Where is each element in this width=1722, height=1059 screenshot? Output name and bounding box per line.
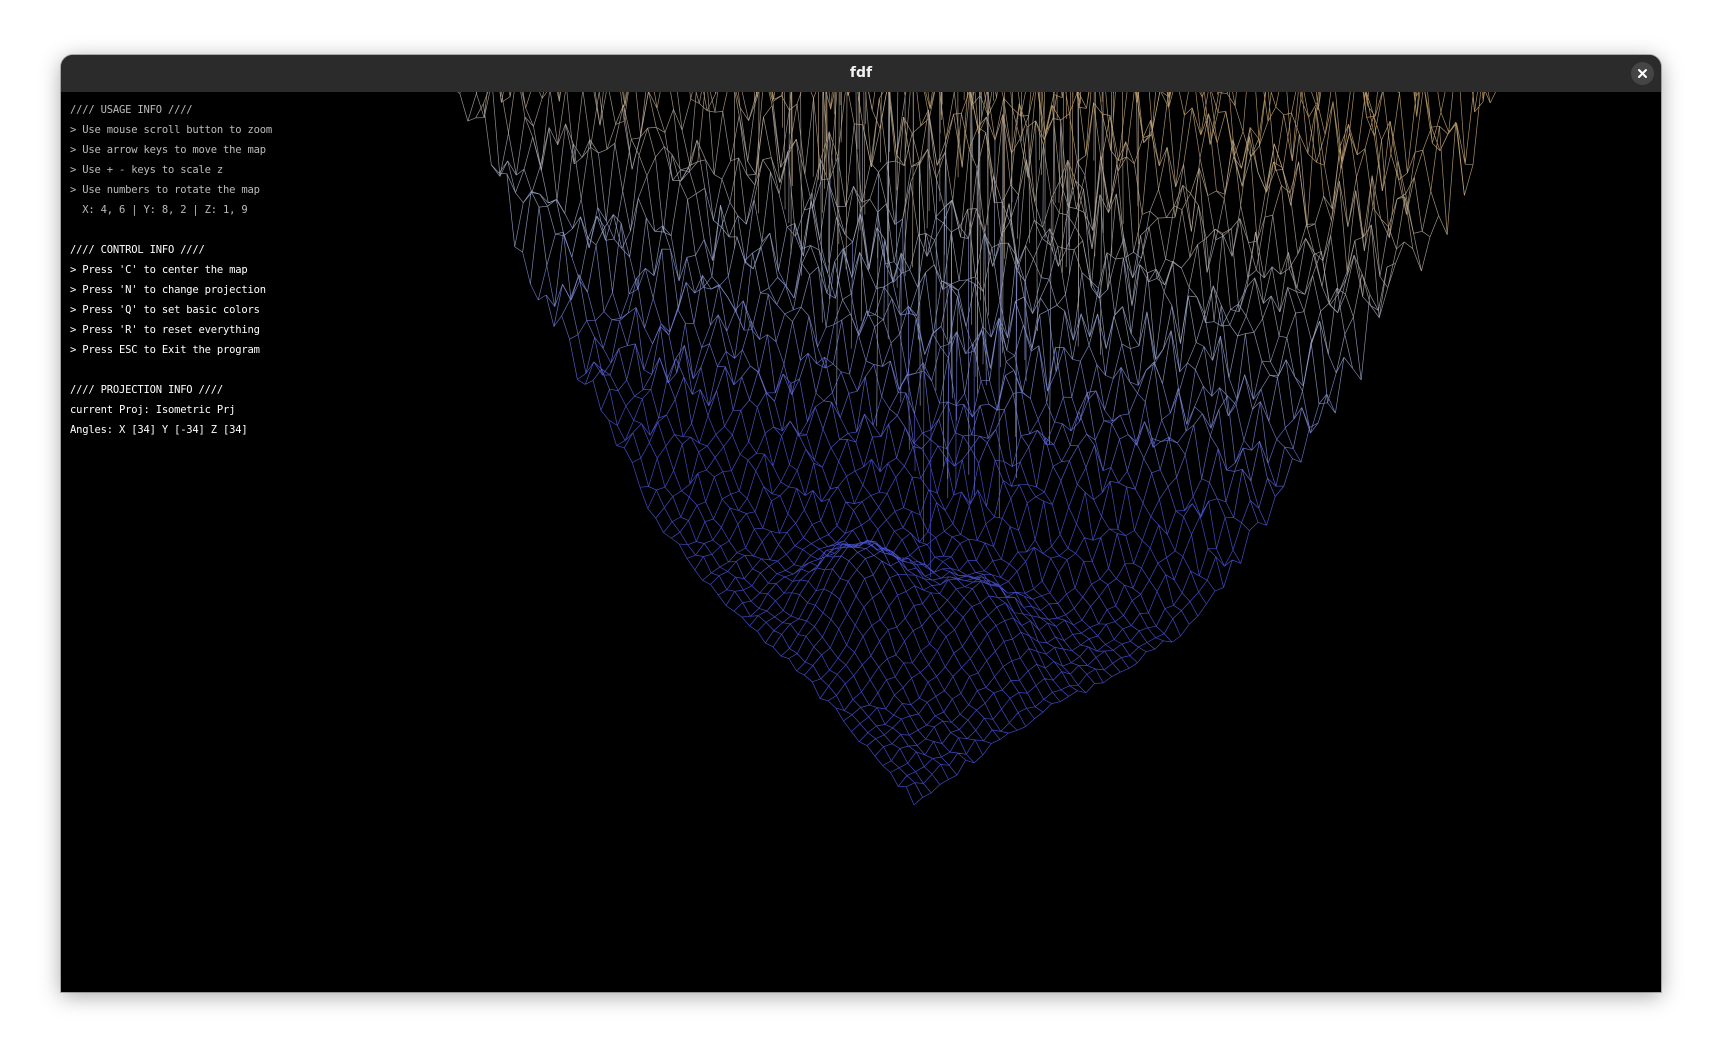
hud-overlay: //// USAGE INFO //// > Use mouse scroll …	[70, 100, 272, 440]
wireframe-segment-group	[888, 393, 973, 425]
wireframe-segment-group	[475, 92, 1407, 218]
wireframe-segment-group	[557, 92, 1396, 268]
control-line-center: > Press 'C' to center the map	[70, 264, 248, 276]
wireframe-segment-group	[585, 380, 1235, 502]
wireframe-segment-group	[978, 442, 1277, 487]
wireframe-segment-group	[814, 428, 824, 461]
wireframe-segment-group	[577, 334, 1104, 471]
wireframe-segment-group	[588, 223, 1345, 403]
wireframe-segment-group	[698, 92, 1423, 232]
wireframe-segment-group	[577, 379, 1251, 549]
wireframe-segment-group	[587, 244, 1008, 338]
wireframe-segment-group	[695, 219, 1229, 416]
wireframe-segment-group	[728, 215, 739, 238]
wireframe-segment-group	[521, 92, 1348, 272]
wireframe-terrain-map	[457, 92, 1496, 806]
wireframe-segment-group	[651, 351, 1252, 497]
fdf-window: fdf //// USAGE INFO //// > Use mouse scr…	[61, 55, 1661, 992]
wireframe-segment-group	[1047, 371, 1057, 392]
wireframe-segment-group	[1047, 347, 1056, 392]
control-line-exit: > Press ESC to Exit the program	[70, 344, 260, 356]
usage-line-zoom: > Use mouse scroll button to zoom	[70, 124, 273, 136]
wireframe-segment-group	[1201, 97, 1211, 145]
wireframe-segment-group	[650, 389, 1276, 575]
window-title: fdf	[849, 65, 873, 81]
wireframe-segment-group	[555, 216, 1205, 347]
projection-angles: Angles: X [34] Y [-34] Z [34]	[70, 424, 248, 436]
wireframe-segment-group	[562, 284, 1303, 420]
wireframe-segment-group	[1253, 318, 1263, 333]
wireframe-segment-group	[585, 361, 1078, 485]
wireframe-segment-group	[624, 92, 627, 107]
wireframe-segment-group	[839, 560, 850, 579]
usage-line-move: > Use arrow keys to move the map	[70, 144, 266, 156]
wireframe-segment-group	[1227, 399, 1238, 416]
wireframe-segment-group	[1235, 404, 1245, 441]
wireframe-segment-group	[832, 448, 955, 597]
wireframe-segment-group	[530, 283, 1285, 471]
wireframe-segment-group	[515, 156, 1222, 405]
wireframe-segment-group	[522, 252, 1336, 432]
wireframe-segment-group	[862, 124, 1044, 203]
wireframe-segment-group	[670, 249, 1328, 405]
wireframe-segment-group	[530, 207, 1362, 414]
usage-line-rotate: > Use numbers to rotate the map	[70, 184, 260, 196]
usage-line-rotate-keys: X: 4, 6 | Y: 8, 2 | Z: 1, 9	[70, 204, 248, 216]
close-button[interactable]	[1631, 62, 1654, 85]
wireframe-segment-group	[592, 363, 1235, 472]
wireframe-segment-group	[643, 343, 1055, 462]
control-info-header: //// CONTROL INFO ////	[70, 244, 205, 256]
wireframe-segment-group	[499, 92, 1381, 219]
wireframe-segment-group	[710, 276, 1229, 416]
wireframe-segment-group	[897, 591, 907, 596]
wireframe-segment-group	[613, 238, 1140, 372]
wireframe-segment-group	[556, 199, 853, 278]
wireframe-segment-group	[1277, 359, 1287, 377]
wireframe-segment-group	[674, 363, 1161, 474]
wireframe-segment-group	[1167, 477, 1177, 487]
wireframe-segment-group	[727, 276, 1238, 414]
wireframe-segment-group	[555, 191, 1353, 369]
wireframe-segment-group	[457, 92, 1422, 295]
wireframe-segment-group	[676, 345, 1252, 483]
wireframe-segment-group	[589, 139, 961, 237]
control-line-projection: > Press 'N' to change projection	[70, 284, 266, 296]
wireframe-segment-group	[725, 351, 1293, 487]
wireframe-segment-group	[558, 92, 1432, 245]
wireframe-segment-group	[595, 244, 1213, 407]
usage-line-scale: > Use + - keys to scale z	[70, 164, 224, 176]
map-viewport[interactable]: //// USAGE INFO //// > Use mouse scroll …	[61, 92, 1661, 992]
wireframe-segment-group	[508, 92, 1299, 255]
projection-info-header: //// PROJECTION INFO ////	[70, 384, 224, 396]
wireframe-segment-group	[491, 164, 1371, 380]
wireframe-segment-group	[743, 252, 1253, 410]
current-projection: current Proj: Isometric Prj	[70, 404, 236, 416]
wireframe-segment-group	[605, 238, 1279, 397]
control-line-reset: > Press 'R' to reset everything	[70, 324, 260, 336]
wireframe-segment-group	[979, 92, 1317, 173]
wireframe-segment-group	[743, 329, 752, 331]
wireframe-segment-group	[612, 223, 1180, 393]
wireframe-segment-group	[771, 92, 1383, 191]
wireframe-segment-group	[578, 274, 933, 355]
wireframe-segment-group	[950, 199, 1230, 379]
wireframe-segment-group	[563, 231, 1270, 390]
title-bar[interactable]: fdf	[61, 55, 1661, 93]
usage-info-header: //// USAGE INFO ////	[70, 104, 193, 116]
control-line-colors: > Press 'Q' to set basic colors	[70, 304, 260, 316]
wireframe-segment-group	[609, 374, 883, 556]
close-icon	[1638, 69, 1647, 78]
wireframe-segment-group	[1089, 313, 1098, 337]
wireframe-segment-group	[1111, 423, 1120, 440]
wireframe-segment-group	[608, 405, 1250, 806]
wireframe-segment-group	[1169, 388, 1179, 441]
wireframe-segment-group	[561, 299, 1022, 394]
